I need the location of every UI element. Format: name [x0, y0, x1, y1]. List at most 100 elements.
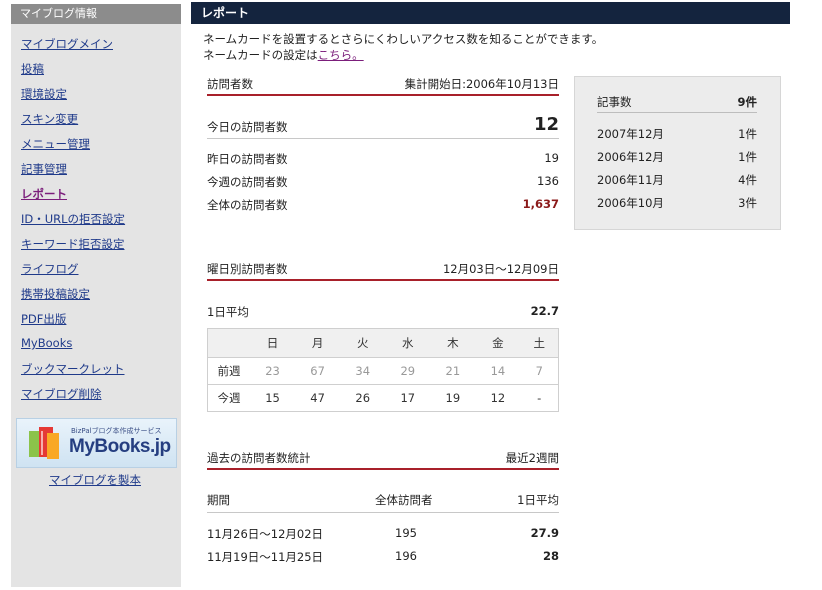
- table-cell: 15: [250, 384, 296, 412]
- history-total: 196: [395, 549, 417, 563]
- history-heading: 過去の訪問者数統計 最近2週間: [207, 448, 559, 470]
- day-header: 木: [430, 328, 476, 358]
- previous-week-label: 前週: [207, 357, 250, 385]
- article-month-count: 3件: [738, 196, 757, 210]
- week-visitors-value: 136: [537, 174, 559, 188]
- table-cell: 67: [295, 357, 341, 385]
- week-visitors-label: 今週の訪問者数: [207, 175, 288, 189]
- table-cell: 19: [430, 384, 476, 412]
- books-icon: [29, 427, 59, 459]
- bind-blog-link[interactable]: マイブログを製本: [49, 472, 141, 488]
- banner-subtitle: BizPalブログ本作成サービス: [71, 427, 162, 435]
- today-visitors-row: 今日の訪問者数 12: [207, 114, 559, 139]
- day-header: 月: [295, 328, 341, 358]
- week-visitors-row: 今週の訪問者数 136: [207, 174, 559, 190]
- table-cell: 12: [475, 384, 521, 412]
- history-row: 11月19日〜11月25日 196 28: [207, 549, 559, 565]
- history-row: 11月26日〜12月02日 195 27.9: [207, 526, 559, 542]
- history-header-row: 期間 全体訪問者 1日平均: [207, 492, 559, 513]
- history-period: 11月26日〜12月02日: [207, 527, 324, 541]
- article-month-count: 4件: [738, 173, 757, 187]
- sidebar-item-mobile-post[interactable]: 携帯投稿設定: [21, 287, 90, 301]
- table-cell: -: [520, 384, 559, 412]
- yesterday-visitors-row: 昨日の訪問者数 19: [207, 151, 559, 167]
- day-header: 土: [520, 328, 559, 358]
- sidebar-item-my-blog-main[interactable]: マイブログメイン: [21, 37, 113, 51]
- visitors-heading-label: 訪問者数: [207, 77, 253, 91]
- table-cell: 7: [520, 357, 559, 385]
- history-avg: 28: [542, 549, 559, 563]
- article-month-row: 2006年11月 4件: [597, 172, 757, 188]
- table-cell: 34: [340, 357, 386, 385]
- daily-average-row: 1日平均 22.7: [207, 304, 559, 320]
- table-cell: 29: [385, 357, 431, 385]
- table-cell: 23: [250, 357, 296, 385]
- table-cell: 26: [340, 384, 386, 412]
- total-visitors-value: 1,637: [522, 197, 559, 211]
- sidebar-item-skin[interactable]: スキン変更: [21, 112, 78, 126]
- intro-text: ネームカードを設置するとさらにくわしいアクセス数を知ることができます。 ネームカ…: [203, 31, 603, 63]
- article-month-row: 2006年10月 3件: [597, 195, 757, 211]
- daily-average-label: 1日平均: [207, 305, 249, 319]
- name-card-settings-link[interactable]: こちら。: [318, 48, 364, 62]
- page-title: レポート: [191, 2, 790, 24]
- day-header: 金: [475, 328, 521, 358]
- daily-average-value: 22.7: [530, 304, 559, 318]
- sidebar-item-settings[interactable]: 環境設定: [21, 87, 67, 101]
- sidebar-item-delete-blog[interactable]: マイブログ削除: [21, 387, 102, 401]
- table-cell: 17: [385, 384, 431, 412]
- sidebar-item-post[interactable]: 投稿: [21, 62, 44, 76]
- article-month: 2006年11月: [597, 173, 664, 187]
- col-period: 期間: [207, 493, 230, 507]
- sidebar-item-id-url-block[interactable]: ID・URLの拒否設定: [21, 212, 125, 226]
- day-header: 火: [340, 328, 386, 358]
- intro-line-1: ネームカードを設置するとさらにくわしいアクセス数を知ることができます。: [203, 32, 604, 46]
- article-month: 2006年10月: [597, 196, 664, 210]
- history-avg: 27.9: [530, 526, 559, 540]
- table-cell: 21: [430, 357, 476, 385]
- sidebar-item-articles[interactable]: 記事管理: [21, 162, 67, 176]
- mybooks-banner[interactable]: BizPalブログ本作成サービス MyBooks.jp: [16, 418, 177, 468]
- sidebar-item-report[interactable]: レポート: [21, 187, 67, 201]
- sidebar-item-mybooks[interactable]: MyBooks: [21, 336, 72, 350]
- sidebar-item-lifelog[interactable]: ライフログ: [21, 262, 79, 276]
- intro-line-2-prefix: ネームカードの設定は: [203, 48, 318, 62]
- weekday-heading-label: 曜日別訪問者数: [207, 262, 288, 276]
- count-start-date: 集計開始日:2006年10月13日: [404, 77, 559, 91]
- article-count-heading: 記事数 9件: [597, 92, 757, 113]
- day-header: 水: [385, 328, 431, 358]
- col-avg: 1日平均: [517, 493, 559, 507]
- article-month: 2007年12月: [597, 127, 664, 141]
- sidebar: マイブログ情報 マイブログメイン 投稿 環境設定 スキン変更 メニュー管理 記事…: [11, 4, 181, 587]
- history-heading-label: 過去の訪問者数統計: [207, 451, 311, 465]
- weekday-header-row: 日 月 火 水 木 金 土: [207, 328, 559, 358]
- article-month: 2006年12月: [597, 150, 664, 164]
- weekday-range: 12月03日〜12月09日: [442, 262, 559, 276]
- weekday-heading: 曜日別訪問者数 12月03日〜12月09日: [207, 259, 559, 281]
- sidebar-item-keyword-block[interactable]: キーワード拒否設定: [21, 237, 125, 251]
- day-header: 日: [250, 328, 296, 358]
- weekday-table: 日 月 火 水 木 金 土 前週 23 67 34 29 21 14 7 今週 …: [207, 328, 559, 412]
- table-cell: 14: [475, 357, 521, 385]
- article-month-row: 2006年12月 1件: [597, 149, 757, 165]
- total-visitors-label: 全体の訪問者数: [207, 198, 288, 212]
- history-period: 11月19日〜11月25日: [207, 550, 324, 564]
- article-month-count: 1件: [738, 150, 757, 164]
- yesterday-visitors-value: 19: [544, 151, 559, 165]
- sidebar-title: マイブログ情報: [11, 4, 181, 24]
- sidebar-item-pdf[interactable]: PDF出版: [21, 312, 66, 326]
- current-week-label: 今週: [207, 384, 250, 412]
- mybooks-logo: MyBooks.jp: [69, 436, 171, 457]
- previous-week-row: 前週 23 67 34 29 21 14 7: [207, 357, 559, 385]
- article-month-count: 1件: [738, 127, 757, 141]
- current-week-row: 今週 15 47 26 17 19 12 -: [207, 384, 559, 412]
- article-count-total: 9件: [737, 95, 757, 109]
- article-month-row: 2007年12月 1件: [597, 126, 757, 142]
- sidebar-item-menu[interactable]: メニュー管理: [21, 137, 90, 151]
- today-visitors-value: 12: [533, 114, 559, 135]
- sidebar-item-bookmarklet[interactable]: ブックマークレット: [21, 362, 125, 376]
- table-cell: 47: [295, 384, 341, 412]
- article-count-box: 記事数 9件 2007年12月 1件 2006年12月 1件 2006年11月 …: [574, 76, 781, 230]
- article-count-label: 記事数: [597, 95, 632, 109]
- col-total: 全体訪問者: [375, 493, 433, 507]
